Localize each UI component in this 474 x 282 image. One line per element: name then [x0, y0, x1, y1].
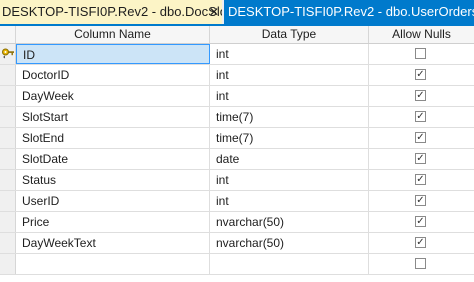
data-type-cell[interactable]: nvarchar(50) [210, 233, 369, 253]
row-selector[interactable] [0, 212, 16, 232]
allow-nulls-cell: ✓ [369, 149, 474, 169]
row-selector[interactable] [0, 233, 16, 253]
table-row[interactable]: Status int ✓ [0, 170, 474, 191]
grid-header: Column Name Data Type Allow Nulls [0, 26, 474, 44]
allow-nulls-checkbox[interactable] [415, 258, 426, 269]
table-row[interactable]: DayWeek int ✓ [0, 86, 474, 107]
allow-nulls-cell: ✓ [369, 233, 474, 253]
tab-userorders[interactable]: DESKTOP-TISFI0P.Rev2 - dbo.UserOrders [224, 0, 474, 24]
table-designer-grid: Column Name Data Type Allow Nulls ID int D… [0, 26, 474, 282]
allow-nulls-checkbox[interactable]: ✓ [415, 237, 426, 248]
allow-nulls-checkbox[interactable]: ✓ [415, 90, 426, 101]
allow-nulls-header: Allow Nulls [392, 27, 451, 41]
column-name-cell[interactable]: ID [16, 44, 210, 64]
table-row[interactable]: DayWeekText nvarchar(50) ✓ [0, 233, 474, 254]
row-selector[interactable] [0, 149, 16, 169]
data-type-cell[interactable]: time(7) [210, 128, 369, 148]
column-name-cell[interactable]: UserID [16, 191, 210, 211]
allow-nulls-checkbox[interactable]: ✓ [415, 69, 426, 80]
table-row[interactable]: ID int [0, 44, 474, 65]
allow-nulls-cell [369, 44, 474, 64]
table-row[interactable]: DoctorID int ✓ [0, 65, 474, 86]
allow-nulls-cell: ✓ [369, 86, 474, 106]
tab-userorders-label: DESKTOP-TISFI0P.Rev2 - dbo.UserOrders [228, 4, 474, 19]
tab-docslots-label: DESKTOP-TISFI0P.Rev2 - dbo.DocSlots [2, 4, 222, 19]
close-icon[interactable]: ✕ [207, 0, 221, 24]
row-selector[interactable] [0, 86, 16, 106]
allow-nulls-cell [369, 254, 474, 274]
row-selector[interactable] [0, 44, 16, 64]
allow-nulls-cell: ✓ [369, 128, 474, 148]
table-row[interactable]: SlotDate date ✓ [0, 149, 474, 170]
row-selector[interactable] [0, 170, 16, 190]
column-name-header: Column Name [16, 26, 210, 43]
row-selector[interactable] [0, 128, 16, 148]
allow-nulls-cell: ✓ [369, 212, 474, 232]
allow-nulls-checkbox[interactable]: ✓ [415, 153, 426, 164]
data-type-cell[interactable] [210, 254, 369, 274]
allow-nulls-checkbox[interactable]: ✓ [415, 111, 426, 122]
table-row[interactable]: Price nvarchar(50) ✓ [0, 212, 474, 233]
primary-key-icon [2, 48, 14, 59]
allow-nulls-checkbox[interactable]: ✓ [415, 216, 426, 227]
allow-nulls-checkbox[interactable]: ✓ [415, 174, 426, 185]
row-selector[interactable] [0, 65, 16, 85]
allow-nulls-cell: ✓ [369, 170, 474, 190]
allow-nulls-cell: ✓ [369, 107, 474, 127]
table-row[interactable] [0, 254, 474, 275]
allow-nulls-cell: ✓ [369, 65, 474, 85]
data-type-cell[interactable]: time(7) [210, 107, 369, 127]
row-selector[interactable] [0, 254, 16, 274]
column-name-cell[interactable]: DayWeekText [16, 233, 210, 253]
table-row[interactable]: UserID int ✓ [0, 191, 474, 212]
data-type-cell[interactable]: date [210, 149, 369, 169]
row-selector-header [0, 26, 16, 43]
table-row[interactable]: SlotStart time(7) ✓ [0, 107, 474, 128]
row-selector[interactable] [0, 107, 16, 127]
data-type-cell[interactable]: int [210, 170, 369, 190]
column-name-cell[interactable]: SlotDate [16, 149, 210, 169]
column-name-cell[interactable]: DayWeek [16, 86, 210, 106]
document-tab-strip: DESKTOP-TISFI0P.Rev2 - dbo.DocSlots ✕ DE… [0, 0, 474, 26]
data-type-cell[interactable]: int [210, 86, 369, 106]
data-type-header: Data Type [210, 26, 369, 43]
column-name-cell[interactable]: SlotStart [16, 107, 210, 127]
column-name-cell[interactable]: DoctorID [16, 65, 210, 85]
column-name-cell[interactable]: SlotEnd [16, 128, 210, 148]
allow-nulls-checkbox[interactable]: ✓ [415, 195, 426, 206]
column-name-cell[interactable] [16, 254, 210, 274]
data-type-cell[interactable]: int [210, 65, 369, 85]
data-type-cell[interactable]: int [210, 44, 369, 64]
tab-docslots[interactable]: DESKTOP-TISFI0P.Rev2 - dbo.DocSlots ✕ [0, 0, 222, 24]
column-name-cell[interactable]: Price [16, 212, 210, 232]
data-type-cell[interactable]: int [210, 191, 369, 211]
column-name-cell[interactable]: Status [16, 170, 210, 190]
allow-nulls-checkbox[interactable]: ✓ [415, 132, 426, 143]
allow-nulls-cell: ✓ [369, 191, 474, 211]
allow-nulls-checkbox[interactable] [415, 48, 426, 59]
table-row[interactable]: SlotEnd time(7) ✓ [0, 128, 474, 149]
data-type-cell[interactable]: nvarchar(50) [210, 212, 369, 232]
row-selector[interactable] [0, 191, 16, 211]
